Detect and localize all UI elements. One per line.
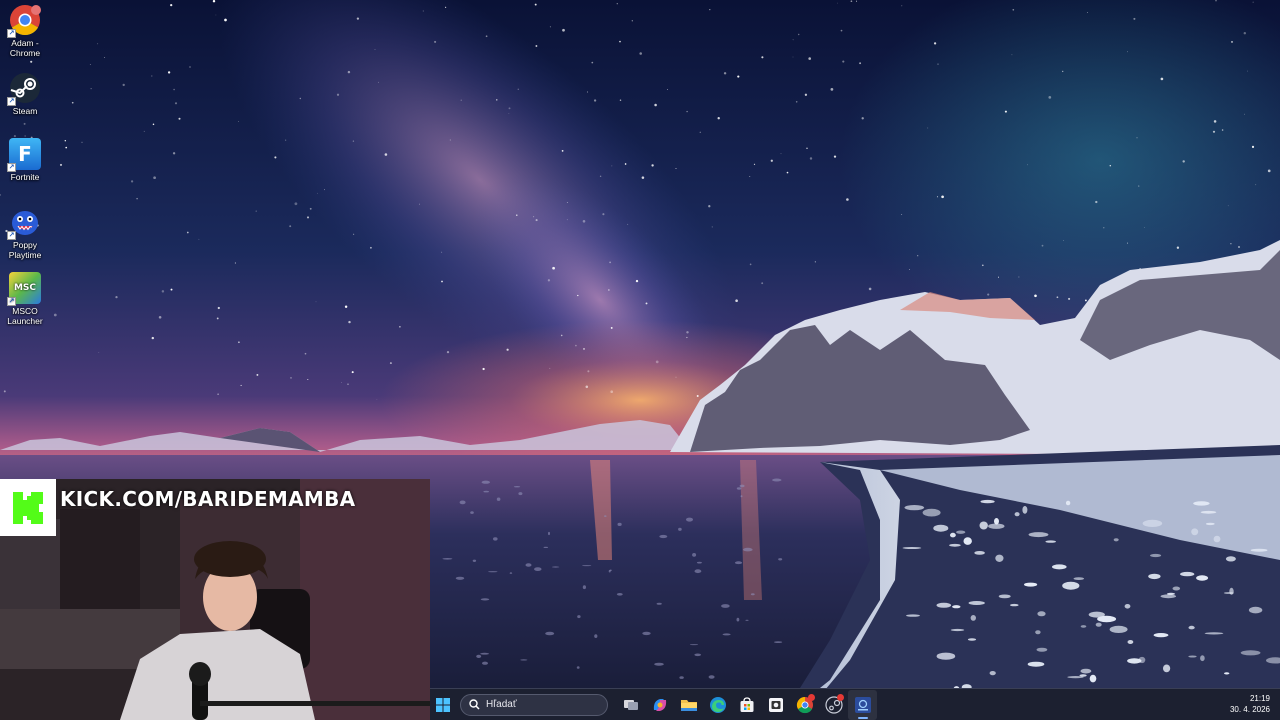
notification-badge <box>837 693 844 701</box>
fortnite-glyph: F <box>18 142 32 166</box>
stream-handle: KICK.COM/BARIDEMAMBA <box>60 487 356 511</box>
taskbar-active-app[interactable] <box>848 689 877 720</box>
shortcut-arrow-icon: ↗ <box>7 29 16 38</box>
webcam-feed <box>0 479 430 720</box>
file-explorer-icon <box>680 699 697 711</box>
kick-logo-icon <box>13 491 43 524</box>
active-app-icon <box>854 696 871 713</box>
taskbar-chrome[interactable] <box>790 690 819 720</box>
taskbar: 21:19 30. 4. 2026 <box>430 688 1280 720</box>
poppy-playtime-icon: ↗ <box>7 206 41 240</box>
desktop-icon-msco-launcher[interactable]: MSC ↗ MSCO Launcher <box>2 272 48 326</box>
taskbar-search[interactable] <box>460 693 608 716</box>
start-button[interactable] <box>430 689 456 720</box>
webcam-overlay: KICK.COM/BARIDEMAMBA <box>0 479 430 720</box>
notification-badge <box>808 693 815 701</box>
taskbar-apps <box>616 689 877 720</box>
desktop-icon-chrome[interactable]: ↗ Adam - Chrome <box>2 4 48 58</box>
system-clock[interactable]: 21:19 30. 4. 2026 <box>1230 693 1270 715</box>
taskbar-steam[interactable] <box>819 690 848 720</box>
copilot-icon <box>653 698 666 711</box>
kick-logo <box>0 479 56 536</box>
edge-icon <box>709 696 726 713</box>
desktop-icon-label: Poppy Playtime <box>8 240 42 260</box>
taskbar-task-view[interactable] <box>616 690 645 720</box>
shortcut-arrow-icon: ↗ <box>7 297 16 306</box>
steam-icon: ↗ <box>7 72 41 106</box>
windows-logo-icon <box>436 697 450 712</box>
desktop-icon-poppy-playtime[interactable]: ↗ Poppy Playtime <box>2 206 48 260</box>
taskbar-copilot[interactable] <box>645 690 674 720</box>
task-view-icon <box>623 699 638 710</box>
taskbar-outlook[interactable] <box>761 690 790 720</box>
desktop-icon-label: Fortnite <box>10 172 40 182</box>
search-input[interactable] <box>486 699 596 710</box>
msco-launcher-icon: MSC ↗ <box>7 272 41 306</box>
msco-glyph: MSC <box>13 283 37 293</box>
taskbar-file-explorer[interactable] <box>674 690 703 720</box>
desktop-icon-label: MSCO Launcher <box>7 306 43 326</box>
search-icon <box>469 699 480 710</box>
clock-date: 30. 4. 2026 <box>1229 705 1270 714</box>
desktop-icon-label: Adam - Chrome <box>9 38 41 58</box>
microsoft-store-icon <box>740 696 753 712</box>
shortcut-arrow-icon: ↗ <box>7 231 16 240</box>
shortcut-arrow-icon: ↗ <box>7 97 16 106</box>
fortnite-icon: F ↗ <box>7 138 41 172</box>
desktop-icon-steam[interactable]: ↗ Steam <box>2 72 48 116</box>
taskbar-edge[interactable] <box>703 690 732 720</box>
taskbar-microsoft-store[interactable] <box>732 690 761 720</box>
outlook-icon <box>768 697 783 712</box>
clock-time: 21:19 <box>1249 694 1270 703</box>
chrome-icon: ↗ <box>7 4 41 38</box>
desktop-icon-fortnite[interactable]: F ↗ Fortnite <box>2 138 48 182</box>
shortcut-arrow-icon: ↗ <box>7 163 16 172</box>
desktop-icon-label: Steam <box>12 106 38 116</box>
